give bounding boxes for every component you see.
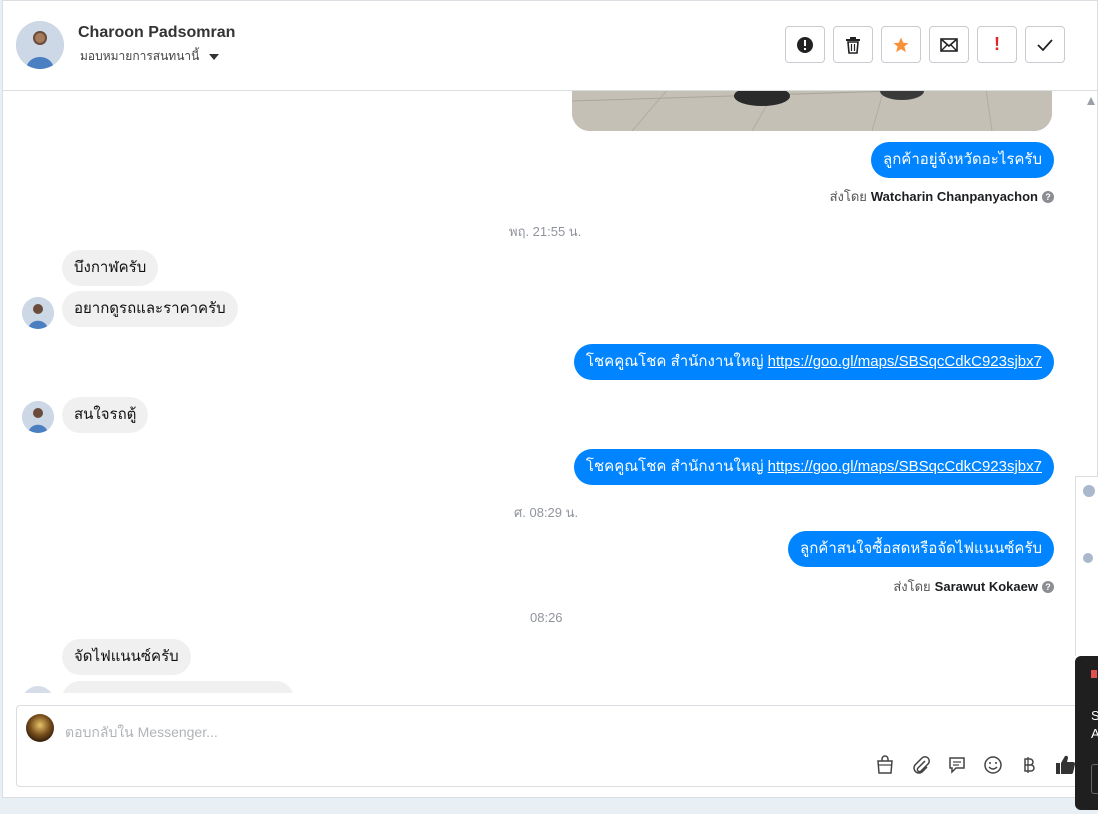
alert-circle-icon [797, 36, 813, 53]
sent-by-label: ส่งโดย Sarawut Kokaew ? [893, 576, 1054, 597]
contact-mini-avatar [22, 297, 54, 329]
side-avatar [1083, 485, 1095, 497]
maps-link[interactable]: https://goo.gl/maps/SBSqcCdkC923sjbx7 [768, 458, 1042, 475]
conversation-toolbar: ! [785, 26, 1065, 63]
side-chat-panel[interactable] [1075, 476, 1098, 656]
sender-name: Sarawut Kokaew [934, 579, 1038, 594]
chat-bubble-icon[interactable] [945, 753, 969, 777]
help-icon[interactable]: ? [1042, 190, 1054, 203]
assign-conversation-dropdown[interactable]: มอบหมายการสนทนานี้ [80, 47, 220, 66]
contact-mini-avatar [22, 401, 54, 433]
timestamp: 08:26 [530, 610, 563, 625]
sent-by-prefix: ส่งโดย [829, 189, 867, 204]
incoming-message[interactable]: จัดไฟแนนซ์ครับ [62, 639, 191, 675]
incoming-message[interactable]: บึงกาฬครับ [62, 250, 159, 286]
paperclip-icon[interactable] [909, 753, 933, 777]
shopping-bag-icon[interactable] [873, 753, 897, 777]
message-thread[interactable]: ลูกค้าอยู่จังหวัดอะไรครับ ส่งโดย Watchar… [3, 91, 1083, 693]
link-prefix: โชคคูณโชค สำนักงานใหญ่ [585, 353, 764, 370]
outgoing-message[interactable]: ลูกค้าอยู่จังหวัดอะไรครับ [871, 142, 1054, 178]
timestamp: ศ. 08:29 น. [514, 505, 579, 520]
popup-text-line: S [1091, 708, 1098, 723]
report-spam-button[interactable] [785, 26, 825, 63]
follow-up-button[interactable]: ! [977, 26, 1017, 63]
maps-link[interactable]: https://goo.gl/maps/SBSqcCdkC923sjbx7 [768, 353, 1042, 370]
emoji-icon[interactable] [981, 753, 1005, 777]
sent-by-prefix: ส่งโดย [893, 579, 931, 594]
star-icon [893, 37, 909, 52]
thumbs-up-icon[interactable] [1053, 753, 1077, 777]
reply-input[interactable]: ตอบกลับใน Messenger... [65, 722, 218, 744]
contact-mini-avatar [22, 686, 54, 693]
mark-done-button[interactable] [1025, 26, 1065, 63]
sender-name: Watcharin Chanpanyachon [870, 189, 1038, 204]
page-avatar [26, 714, 54, 742]
incoming-message[interactable]: อยากดูรถและราคาครับ [62, 291, 238, 327]
side-avatar [1083, 553, 1093, 563]
popup-text-line: A [1091, 726, 1098, 741]
trash-icon [846, 36, 860, 54]
composer-actions [873, 753, 1077, 777]
outgoing-message-link[interactable]: โชคคูณโชค สำนักงานใหญ่ https://goo.gl/ma… [573, 344, 1054, 380]
outgoing-message[interactable]: ลูกค้าสนใจซื้อสดหรือจัดไฟแนนซ์ครับ [788, 531, 1054, 567]
image-attachment[interactable] [572, 91, 1052, 131]
popup-button[interactable] [1091, 764, 1098, 794]
assign-label: มอบหมายการสนทนานี้ [80, 49, 200, 63]
messenger-window: Charoon Padsomran มอบหมายการสนทนานี้ ! ล… [2, 0, 1098, 798]
caret-down-icon [209, 53, 220, 60]
popup-icon [1091, 670, 1097, 678]
contact-avatar[interactable] [16, 21, 64, 69]
outgoing-message-link[interactable]: โชคคูณโชค สำนักงานใหญ่ https://goo.gl/ma… [573, 449, 1054, 485]
conversation-header: Charoon Padsomran มอบหมายการสนทนานี้ ! [3, 1, 1097, 91]
incoming-message[interactable]: สนใจรถตู้ [62, 397, 149, 433]
delete-button[interactable] [833, 26, 873, 63]
help-icon[interactable]: ? [1042, 580, 1054, 593]
mark-unread-button[interactable] [929, 26, 969, 63]
contact-name[interactable]: Charoon Padsomran [78, 24, 235, 42]
scroll-up-arrow-icon[interactable] [1087, 97, 1095, 105]
exclamation-icon: ! [994, 34, 1000, 54]
baht-icon[interactable] [1017, 753, 1041, 777]
side-dark-popup[interactable]: S A [1075, 656, 1098, 810]
sent-by-label: ส่งโดย Watcharin Chanpanyachon ? [830, 186, 1054, 207]
star-button[interactable] [881, 26, 921, 63]
incoming-message-partial[interactable] [62, 681, 294, 693]
link-prefix: โชคคูณโชค สำนักงานใหญ่ [585, 458, 764, 475]
envelope-icon [940, 37, 958, 52]
reply-composer[interactable]: ตอบกลับใน Messenger... [16, 705, 1083, 787]
checkmark-icon [1037, 38, 1053, 51]
timestamp: พฤ. 21:55 น. [509, 224, 582, 239]
